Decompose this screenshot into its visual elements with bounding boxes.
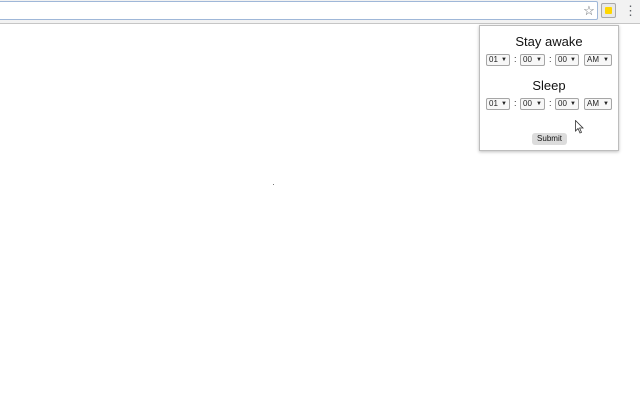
chevron-down-icon: ▼: [536, 57, 542, 63]
sleep-heading: Sleep: [532, 78, 566, 93]
chevron-down-icon: ▼: [570, 57, 576, 63]
chevron-down-icon: ▼: [501, 101, 507, 107]
browser-toolbar: ☆ ⋮: [0, 0, 640, 24]
stay-awake-minute-select[interactable]: 00 ▼: [520, 54, 545, 66]
stay-awake-period-select[interactable]: AM ▼: [584, 54, 612, 66]
chevron-down-icon: ▼: [501, 57, 507, 63]
chevron-down-icon: ▼: [570, 101, 576, 107]
extension-popup: Stay awake 01 ▼ : 00 ▼ : 00 ▼ AM ▼ Sleep…: [479, 25, 619, 151]
select-value: AM: [587, 99, 599, 108]
stay-awake-hour-select[interactable]: 01 ▼: [486, 54, 510, 66]
select-value: AM: [587, 55, 599, 64]
select-value: 00: [558, 55, 567, 64]
stay-awake-heading: Stay awake: [515, 34, 583, 49]
page-content-dot: [273, 184, 274, 185]
sleep-period-select[interactable]: AM ▼: [584, 98, 612, 110]
mouse-pointer-icon: [575, 120, 584, 134]
sun-icon: [605, 7, 612, 14]
time-separator: :: [514, 98, 517, 108]
chevron-down-icon: ▼: [603, 57, 609, 63]
sleep-hour-select[interactable]: 01 ▼: [486, 98, 510, 110]
time-separator: :: [514, 54, 517, 64]
select-value: 00: [523, 55, 532, 64]
submit-button[interactable]: Submit: [532, 133, 567, 145]
chevron-down-icon: ▼: [603, 101, 609, 107]
sleep-minute-select[interactable]: 00 ▼: [520, 98, 545, 110]
vertical-dots-icon[interactable]: ⋮: [624, 4, 637, 18]
stay-awake-time-row: 01 ▼ : 00 ▼ : 00 ▼ AM ▼: [486, 54, 614, 66]
sleep-second-select[interactable]: 00 ▼: [555, 98, 579, 110]
sun-extension-icon[interactable]: [601, 3, 616, 18]
address-bar[interactable]: [0, 1, 598, 20]
select-value: 01: [489, 55, 498, 64]
select-value: 00: [558, 99, 567, 108]
star-icon[interactable]: ☆: [582, 4, 596, 18]
time-separator: :: [549, 54, 552, 64]
stay-awake-second-select[interactable]: 00 ▼: [555, 54, 579, 66]
select-value: 00: [523, 99, 532, 108]
time-separator: :: [549, 98, 552, 108]
sleep-time-row: 01 ▼ : 00 ▼ : 00 ▼ AM ▼: [486, 98, 614, 110]
select-value: 01: [489, 99, 498, 108]
chevron-down-icon: ▼: [536, 101, 542, 107]
